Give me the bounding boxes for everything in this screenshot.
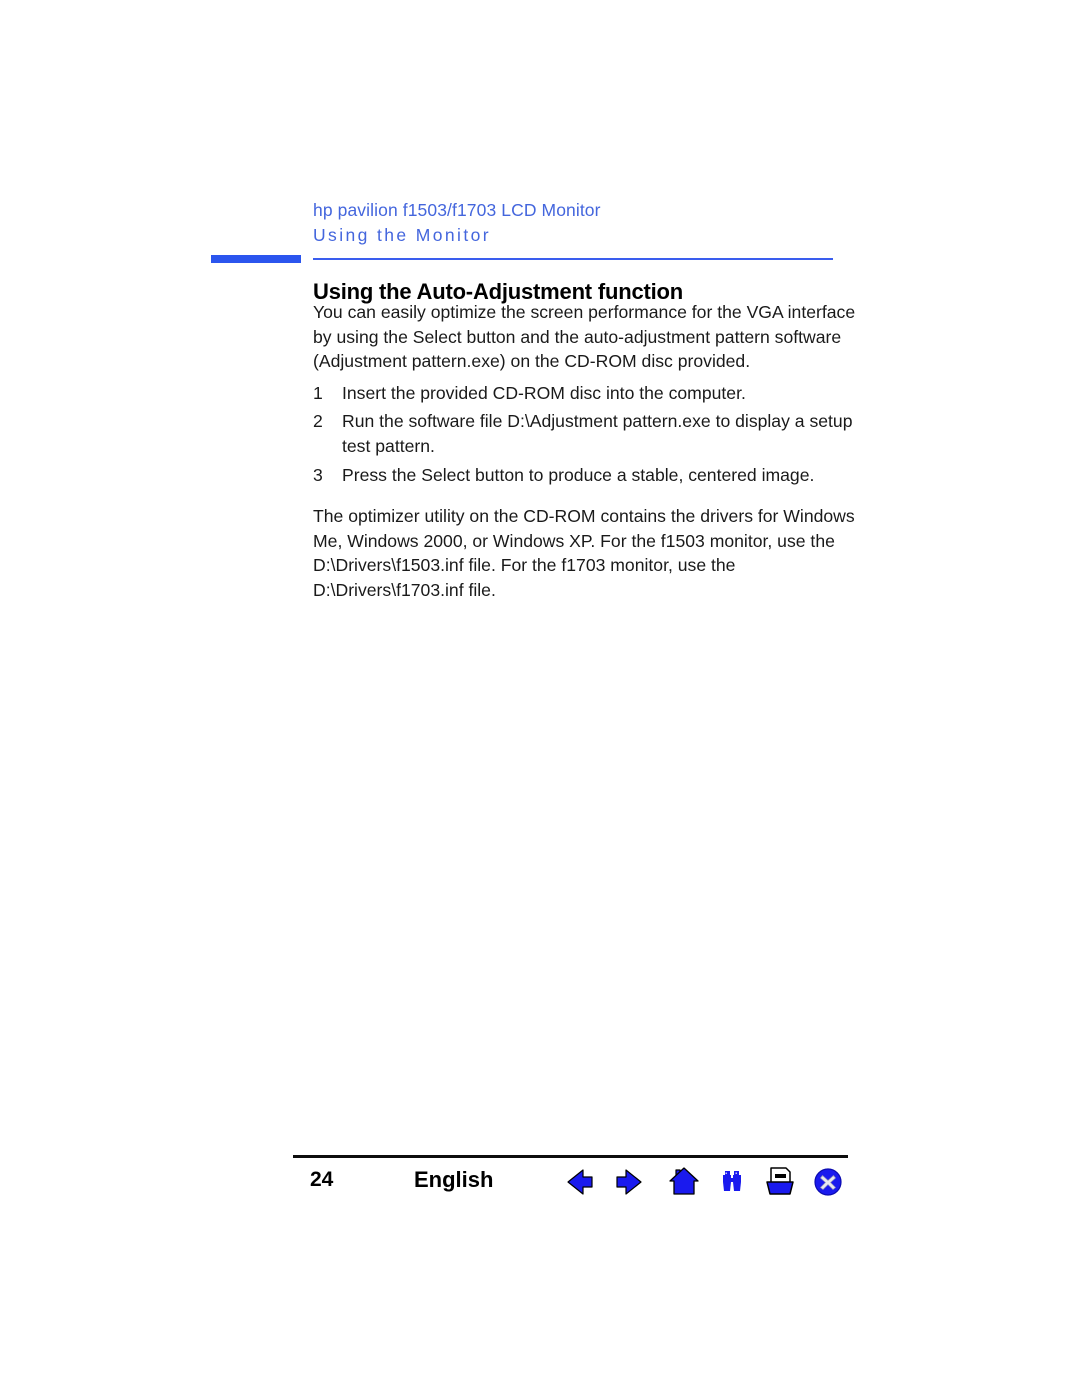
- page-number: 24: [310, 1168, 334, 1191]
- search-button[interactable]: [712, 1163, 752, 1201]
- chapter-title: Using the Monitor: [313, 225, 491, 245]
- body-content: You can easily optimize the screen perfo…: [313, 300, 858, 611]
- step-text: Insert the provided CD-ROM disc into the…: [342, 382, 746, 403]
- list-item: 1 Insert the provided CD-ROM disc into t…: [313, 381, 858, 406]
- close-button[interactable]: [808, 1163, 848, 1201]
- footer-navigation-bar: [561, 1163, 853, 1203]
- arrow-right-icon: [616, 1169, 642, 1195]
- step-number: 2: [313, 411, 323, 432]
- language-label: English: [414, 1167, 494, 1192]
- step-number: 1: [313, 382, 323, 403]
- next-page-button[interactable]: [609, 1163, 649, 1201]
- step-text: Run the software file D:\Adjustment patt…: [342, 411, 853, 456]
- blue-tab-marker: [211, 255, 301, 263]
- home-button[interactable]: [664, 1163, 704, 1201]
- list-item: 3 Press the Select button to produce a s…: [313, 463, 858, 488]
- running-header: hp pavilion f1503/f1703 LCD Monitor Usin…: [313, 198, 843, 248]
- page-footer: 24 English: [293, 1163, 853, 1203]
- arrow-left-icon: [567, 1169, 593, 1195]
- binoculars-icon: [723, 1171, 741, 1191]
- product-title: hp pavilion f1503/f1703 LCD Monitor: [313, 200, 601, 220]
- header-rule-row: [0, 255, 1080, 263]
- house-icon: [669, 1167, 699, 1195]
- step-number: 3: [313, 464, 323, 485]
- list-item: 2 Run the software file D:\Adjustment pa…: [313, 409, 858, 458]
- close-icon: [814, 1168, 842, 1196]
- footer-divider-rule: [293, 1155, 848, 1158]
- header-divider-rule: [313, 258, 833, 260]
- previous-page-button[interactable]: [561, 1163, 601, 1201]
- closing-paragraph: The optimizer utility on the CD-ROM cont…: [313, 506, 855, 600]
- procedure-step-list: 1 Insert the provided CD-ROM disc into t…: [313, 381, 858, 487]
- step-text: Press the Select button to produce a sta…: [342, 464, 815, 485]
- printer-icon: [766, 1167, 794, 1195]
- intro-paragraph: You can easily optimize the screen perfo…: [313, 302, 856, 372]
- print-button[interactable]: [760, 1163, 800, 1201]
- document-page: hp pavilion f1503/f1703 LCD Monitor Usin…: [0, 0, 1080, 1397]
